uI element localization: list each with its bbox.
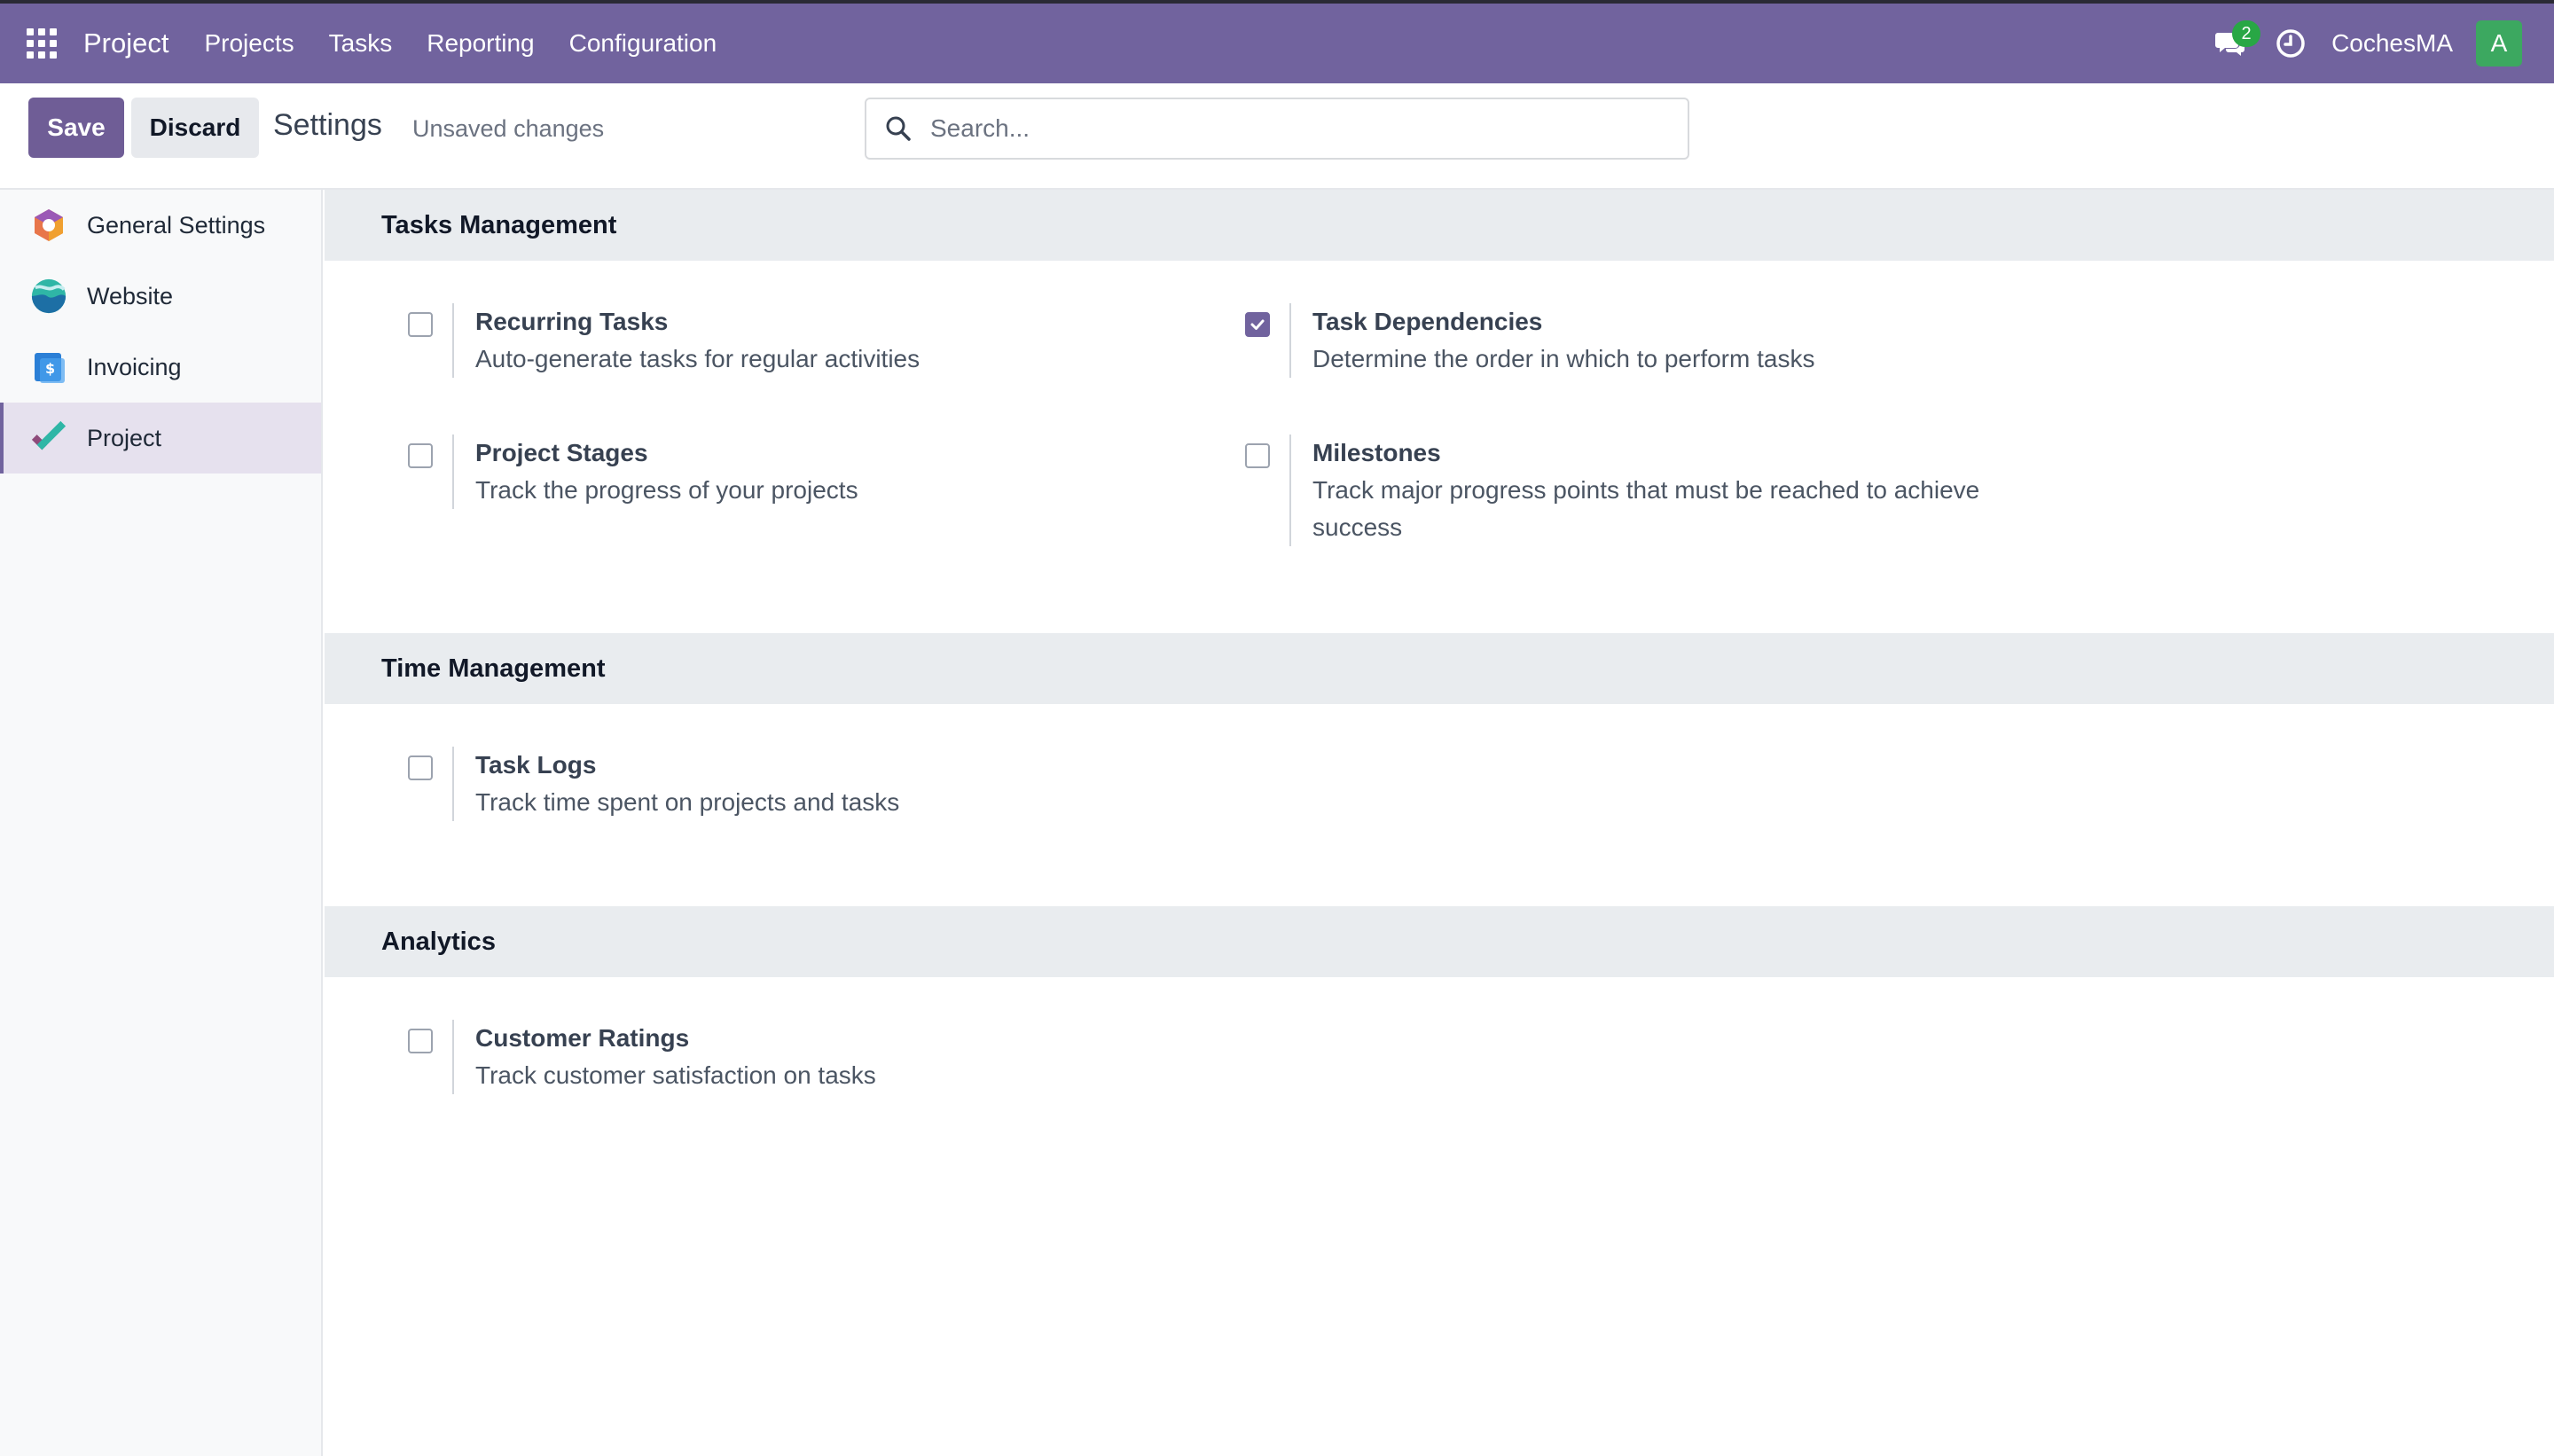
setting-recurring-tasks: Recurring Tasks Auto-generate tasks for … <box>408 303 920 378</box>
menu-configuration[interactable]: Configuration <box>569 29 717 58</box>
checkmark-icon <box>1250 319 1265 330</box>
user-avatar[interactable]: A <box>2476 20 2522 67</box>
messaging-button[interactable]: 2 <box>2205 17 2261 70</box>
setting-description: Track time spent on projects and tasks <box>475 788 900 816</box>
setting-title: Recurring Tasks <box>475 308 669 335</box>
sidebar-item-invoicing[interactable]: $ Invoicing <box>0 332 321 403</box>
activities-button[interactable] <box>2271 17 2310 70</box>
menu-reporting[interactable]: Reporting <box>427 29 534 58</box>
milestones-checkbox[interactable] <box>1245 443 1270 468</box>
svg-text:$: $ <box>45 360 55 377</box>
setting-project-stages: Project Stages Track the progress of you… <box>408 434 858 509</box>
setting-task-logs: Task Logs Track time spent on projects a… <box>408 747 899 821</box>
sidebar-item-label: General Settings <box>87 211 266 239</box>
search-input[interactable] <box>930 102 1688 155</box>
menu-tasks[interactable]: Tasks <box>329 29 393 58</box>
section-header-time-management: Time Management <box>325 633 2554 704</box>
sidebar-item-label: Project <box>87 424 162 451</box>
setting-description: success <box>1312 513 1403 541</box>
setting-title: Task Logs <box>475 751 597 779</box>
setting-description: Track the progress of your projects <box>475 476 858 504</box>
setting-customer-ratings: Customer Ratings Track customer satisfac… <box>408 1020 876 1094</box>
setting-milestones: Milestones Track major progress points t… <box>1245 434 1979 546</box>
unsaved-changes-indicator: Unsaved changes <box>412 115 605 142</box>
discard-button[interactable]: Discard <box>131 98 259 158</box>
task-logs-checkbox[interactable] <box>408 755 433 780</box>
sidebar-item-general-settings[interactable]: General Settings <box>0 190 321 261</box>
section-title: Analytics <box>381 927 496 956</box>
task-dependencies-checkbox[interactable] <box>1245 312 1270 337</box>
recurring-tasks-checkbox[interactable] <box>408 312 433 337</box>
project-stages-checkbox[interactable] <box>408 443 433 468</box>
setting-title: Milestones <box>1312 439 1441 466</box>
page-title: Settings <box>273 108 382 142</box>
settings-sidebar: General Settings Website $ Invoicing Pro… <box>0 190 323 1456</box>
section-title: Tasks Management <box>381 210 617 239</box>
settings-content: Tasks Management Recurring Tasks Auto-ge… <box>325 190 2554 1456</box>
setting-description: Track major progress points that must be… <box>1312 476 1980 504</box>
setting-title: Customer Ratings <box>475 1024 690 1052</box>
section-title: Time Management <box>381 654 606 683</box>
setting-title: Project Stages <box>475 439 648 466</box>
setting-task-dependencies: Task Dependencies Determine the order in… <box>1245 303 1814 378</box>
clock-icon <box>2276 29 2305 58</box>
setting-description: Track customer satisfaction on tasks <box>475 1061 876 1089</box>
menu-projects[interactable]: Projects <box>204 29 294 58</box>
customer-ratings-checkbox[interactable] <box>408 1029 433 1053</box>
search-icon <box>866 99 930 158</box>
setting-description: Auto-generate tasks for regular activiti… <box>475 345 921 372</box>
app-brand[interactable]: Project <box>83 27 168 59</box>
setting-description: Determine the order in which to perform … <box>1312 345 1815 372</box>
control-panel: Save Discard Settings Unsaved changes <box>0 83 2554 190</box>
company-switcher[interactable]: CochesMA <box>2331 29 2453 58</box>
search-bar[interactable] <box>865 98 1689 160</box>
apps-menu-icon[interactable] <box>0 4 83 83</box>
sidebar-item-label: Website <box>87 282 174 309</box>
setting-title: Task Dependencies <box>1312 308 1543 335</box>
sidebar-item-project[interactable]: Project <box>0 403 321 474</box>
general-settings-icon <box>30 207 67 244</box>
top-navbar: Project Projects Tasks Reporting Configu… <box>0 0 2554 83</box>
invoicing-icon: $ <box>30 348 67 386</box>
sidebar-item-website[interactable]: Website <box>0 261 321 332</box>
section-header-analytics: Analytics <box>325 906 2554 977</box>
save-button[interactable]: Save <box>28 98 124 158</box>
chat-counter-badge: 2 <box>2232 20 2261 47</box>
project-icon <box>30 419 67 457</box>
website-icon <box>30 278 67 315</box>
section-header-tasks-management: Tasks Management <box>325 190 2554 261</box>
sidebar-item-label: Invoicing <box>87 353 182 380</box>
